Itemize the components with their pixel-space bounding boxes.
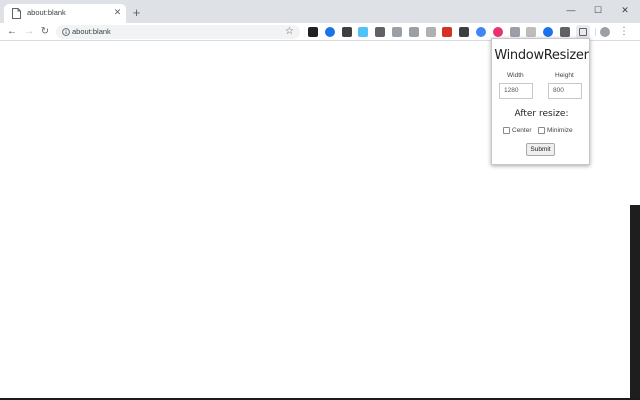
profile-avatar-icon[interactable] xyxy=(600,27,610,37)
ext-2-icon[interactable] xyxy=(324,27,335,37)
ext-8-icon[interactable] xyxy=(425,27,436,37)
center-label: Center xyxy=(512,127,532,134)
tab-strip: about:blank ✕ + — ☐ ✕ xyxy=(0,0,640,23)
window-resizer-popup: WindowResizer Width Height 1280 800 Afte… xyxy=(491,38,590,165)
ext-1-icon[interactable] xyxy=(308,27,318,37)
ext-3-icon[interactable] xyxy=(341,27,352,37)
ext-5-icon[interactable] xyxy=(375,27,386,37)
close-icon[interactable]: ✕ xyxy=(112,7,123,18)
ext-14-icon[interactable] xyxy=(526,27,537,37)
minimize-label: Minimize xyxy=(547,127,573,134)
after-resize-label: After resize: xyxy=(514,109,569,119)
ext-12-icon[interactable] xyxy=(492,27,503,37)
back-arrow-icon[interactable]: ← xyxy=(5,25,19,39)
height-label: Height xyxy=(555,72,574,79)
ext-9-icon[interactable] xyxy=(442,27,453,37)
center-checkbox[interactable] xyxy=(503,127,510,134)
info-icon[interactable] xyxy=(62,28,70,36)
window-close-icon[interactable]: ✕ xyxy=(615,2,635,18)
minimize-checkbox[interactable] xyxy=(538,127,545,134)
ext-10-icon[interactable] xyxy=(459,27,470,37)
menu-icon[interactable]: ⋮ xyxy=(619,25,629,39)
maximize-icon[interactable]: ☐ xyxy=(588,2,608,18)
minimize-icon[interactable]: — xyxy=(561,2,581,18)
page-icon xyxy=(12,8,21,19)
background-window xyxy=(630,205,640,400)
reload-icon[interactable]: ↻ xyxy=(38,25,52,39)
width-input[interactable]: 1280 xyxy=(499,83,533,99)
ext-4-icon[interactable] xyxy=(358,27,369,37)
popup-title: WindowResizer xyxy=(494,48,589,63)
url-text[interactable]: about:blank xyxy=(72,27,111,36)
window-resizer-extension-icon[interactable] xyxy=(576,25,590,39)
ext-6-icon[interactable] xyxy=(392,27,402,37)
browser-window: about:blank ✕ + — ☐ ✕ ← → ↻ about:blank … xyxy=(0,0,640,398)
ext-15-icon[interactable] xyxy=(543,27,554,37)
tab-about-blank[interactable]: about:blank ✕ xyxy=(4,4,126,23)
tab-title: about:blank xyxy=(27,8,66,17)
toolbar-divider xyxy=(595,28,596,36)
bookmark-star-icon[interactable]: ☆ xyxy=(285,25,294,39)
address-bar[interactable]: about:blank ☆ xyxy=(56,25,300,39)
plus-icon[interactable]: + xyxy=(130,6,143,19)
height-input[interactable]: 800 xyxy=(548,83,582,99)
forward-arrow-icon[interactable]: → xyxy=(22,25,36,39)
width-label: Width xyxy=(507,72,524,79)
ext-7-icon[interactable] xyxy=(408,27,419,37)
submit-button[interactable]: Submit xyxy=(526,143,555,156)
ext-13-icon[interactable] xyxy=(509,27,520,37)
ext-11-icon[interactable] xyxy=(476,27,486,37)
ext-16-icon[interactable] xyxy=(560,27,570,37)
